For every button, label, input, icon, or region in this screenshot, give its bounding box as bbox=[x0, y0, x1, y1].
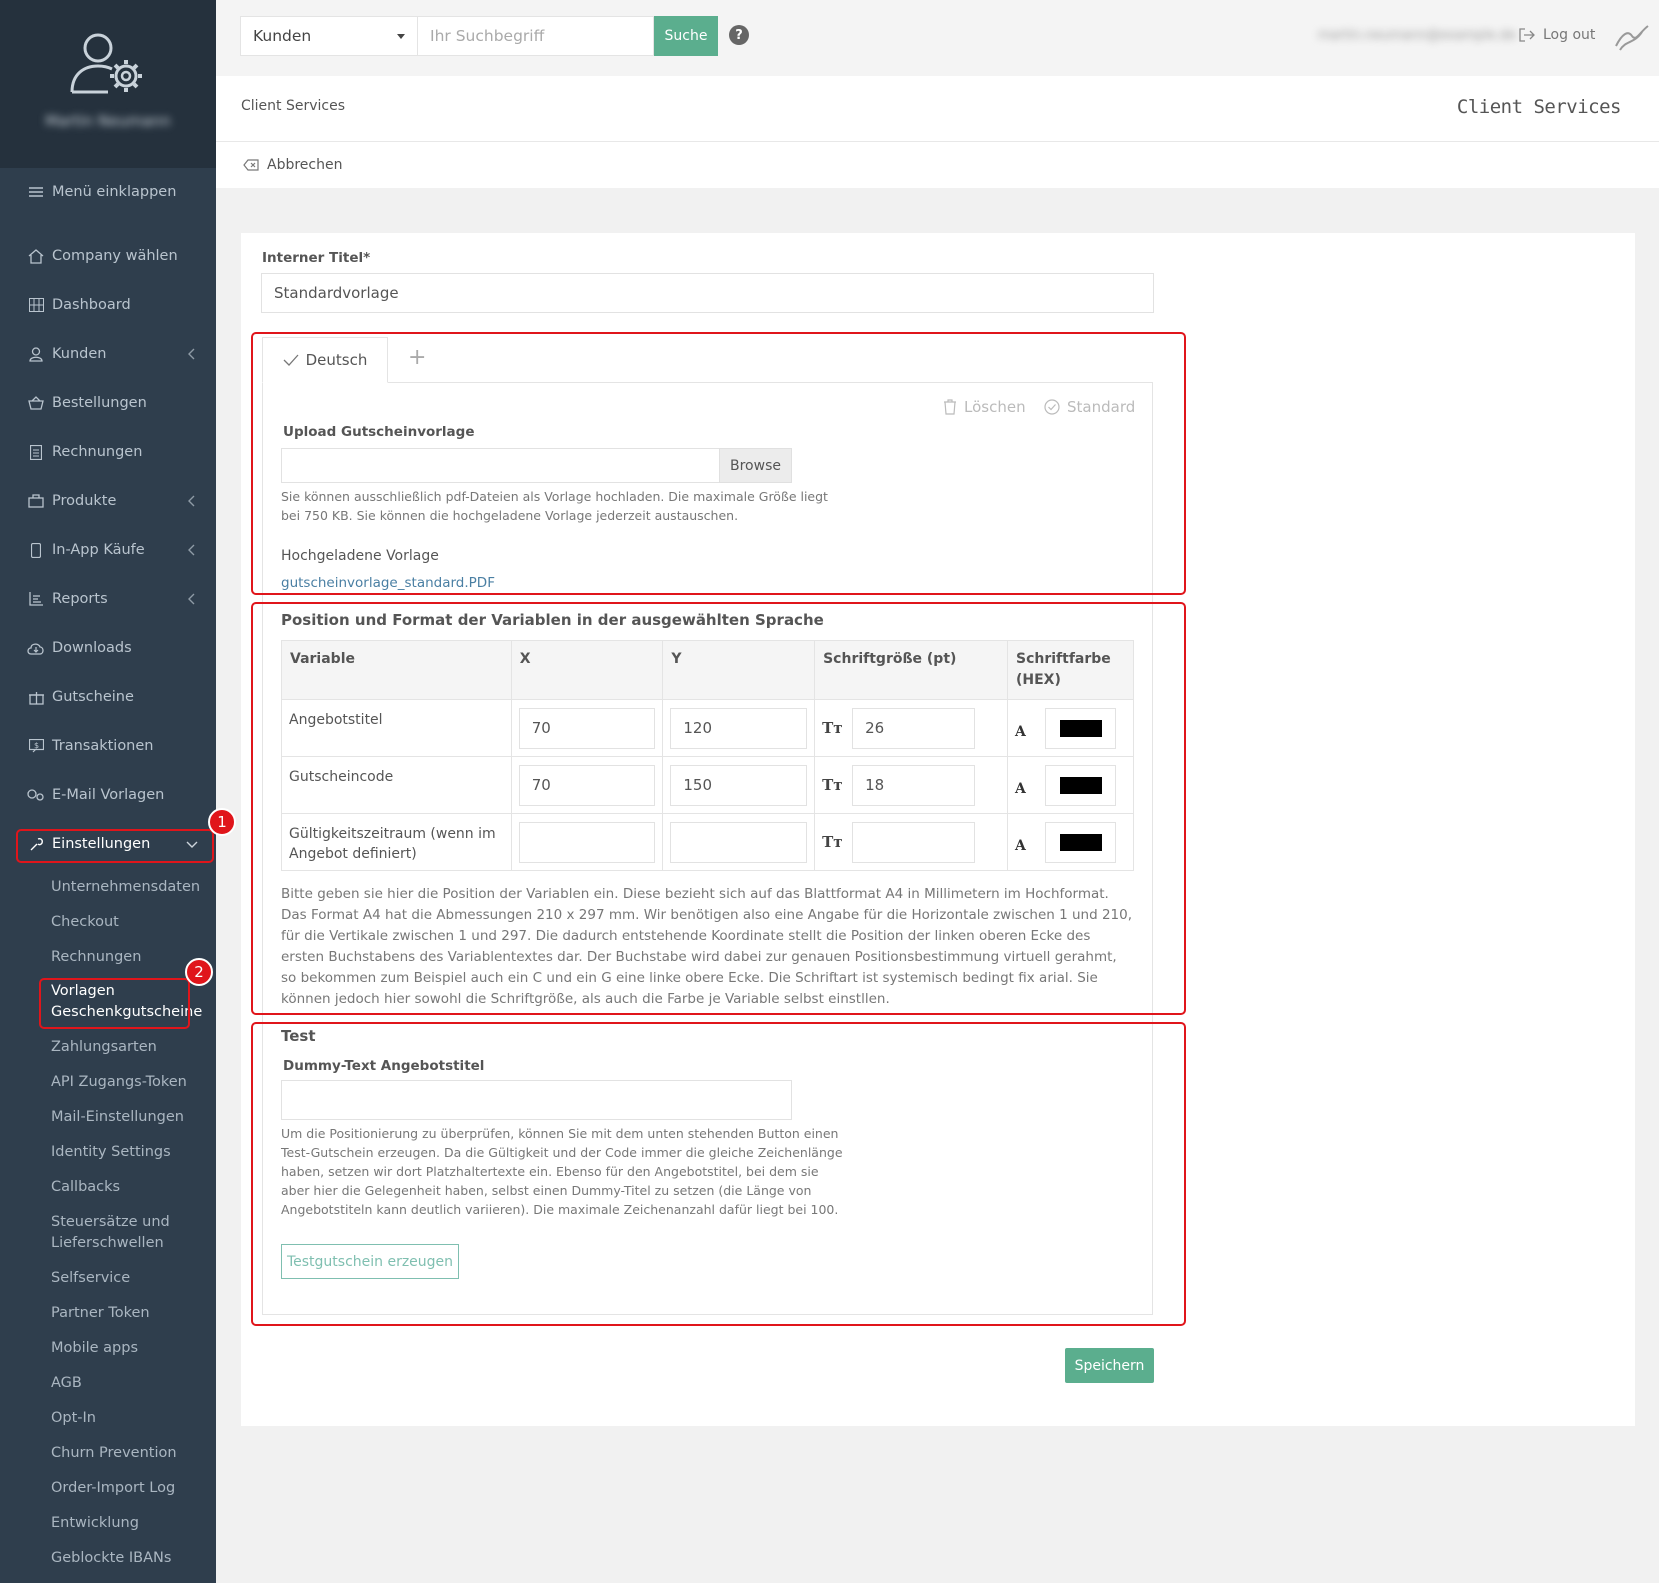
basket-icon bbox=[27, 394, 45, 412]
user-settings-icon[interactable] bbox=[68, 30, 148, 98]
svg-text:$: $ bbox=[34, 741, 39, 750]
cancel-button[interactable]: Abbrechen bbox=[216, 142, 1659, 188]
title-label-text: Interner Titel bbox=[262, 250, 364, 266]
sub-item-geblockte-ibans[interactable]: Geblockte IBANs bbox=[51, 1548, 171, 1569]
sidebar-item-gutscheine[interactable]: Gutscheine bbox=[0, 677, 216, 717]
phone-icon bbox=[27, 541, 45, 559]
transaction-icon: $ bbox=[27, 737, 45, 755]
sub-item-unternehmensdaten[interactable]: Unternehmensdaten bbox=[51, 877, 200, 898]
search-input[interactable] bbox=[418, 16, 654, 56]
sidebar-item-dashboard[interactable]: Dashboard bbox=[0, 285, 216, 325]
sidebar-item-label: E-Mail Vorlagen bbox=[52, 787, 165, 803]
box-icon bbox=[27, 492, 45, 510]
breadcrumb-bar: Client Services Client Services bbox=[216, 76, 1659, 142]
sub-item-selfservice[interactable]: Selfservice bbox=[51, 1268, 130, 1289]
highlight-box-settings bbox=[16, 829, 214, 863]
home-icon bbox=[27, 247, 45, 265]
sidebar-item-label: Company wählen bbox=[52, 248, 178, 264]
sidebar-item-label: Rechnungen bbox=[52, 444, 143, 460]
caret-down-icon bbox=[397, 34, 405, 39]
search-button[interactable]: Suche bbox=[654, 16, 718, 56]
search-category-value: Kunden bbox=[253, 27, 312, 45]
collapse-menu[interactable]: Menü einklappen bbox=[0, 172, 216, 212]
sidebar-item-reports[interactable]: Reports bbox=[0, 579, 216, 619]
mail-template-icon bbox=[27, 786, 45, 804]
user-email: martin.neumann@example.de bbox=[1318, 28, 1516, 43]
sub-item-label-line1: Steuersätze und bbox=[51, 1214, 170, 1230]
sidebar-item-label: Downloads bbox=[52, 640, 132, 656]
top-bar: Kunden Suche ? martin.neumann@example.de… bbox=[216, 0, 1659, 76]
chevron-left-icon bbox=[188, 348, 195, 360]
required-marker: * bbox=[363, 250, 371, 266]
user-profile: Martin Neumann bbox=[0, 0, 216, 168]
sub-item-callbacks[interactable]: Callbacks bbox=[51, 1177, 120, 1198]
menu-icon bbox=[27, 183, 45, 201]
sidebar-item-bestellungen[interactable]: Bestellungen bbox=[0, 383, 216, 423]
logout-link[interactable]: Log out bbox=[1519, 27, 1595, 43]
sub-item-order-import-log[interactable]: Order-Import Log bbox=[51, 1478, 175, 1499]
title-label: Interner Titel* bbox=[262, 250, 370, 266]
sub-item-opt-in[interactable]: Opt-In bbox=[51, 1408, 96, 1429]
backspace-icon bbox=[243, 159, 259, 171]
sidebar-item-downloads[interactable]: Downloads bbox=[0, 628, 216, 668]
sidebar-item-label: Produkte bbox=[52, 493, 117, 509]
highlight-box-vorlagen bbox=[39, 978, 190, 1029]
save-button[interactable]: Speichern bbox=[1065, 1348, 1154, 1383]
sub-item-identity-settings[interactable]: Identity Settings bbox=[51, 1142, 171, 1163]
sub-item-api-token[interactable]: API Zugangs-Token bbox=[51, 1072, 187, 1093]
sidebar-item-label: Kunden bbox=[52, 346, 107, 362]
sub-item-mobile-apps[interactable]: Mobile apps bbox=[51, 1338, 138, 1359]
logout-icon bbox=[1519, 28, 1535, 42]
sub-item-churn-prevention[interactable]: Churn Prevention bbox=[51, 1443, 177, 1464]
sub-item-zahlungsarten[interactable]: Zahlungsarten bbox=[51, 1037, 157, 1058]
sidebar-item-rechnungen[interactable]: Rechnungen bbox=[0, 432, 216, 472]
step-badge-1: 1 bbox=[208, 808, 236, 836]
sidebar-item-company[interactable]: Company wählen bbox=[0, 236, 216, 276]
collapse-menu-label: Menü einklappen bbox=[52, 184, 177, 200]
user-name[interactable]: Martin Neumann bbox=[0, 112, 216, 130]
sidebar-item-label: Gutscheine bbox=[52, 689, 134, 705]
sub-item-entwicklung[interactable]: Entwicklung bbox=[51, 1513, 139, 1534]
sub-item-rechnungen[interactable]: Rechnungen bbox=[51, 947, 141, 968]
sub-item-steuersaetze[interactable]: Steuersätze und Lieferschwellen bbox=[51, 1212, 170, 1254]
sidebar-item-label: Bestellungen bbox=[52, 395, 147, 411]
gift-icon bbox=[27, 688, 45, 706]
help-icon[interactable]: ? bbox=[729, 25, 749, 45]
highlight-box-upload bbox=[251, 332, 1186, 595]
chevron-left-icon bbox=[188, 593, 195, 605]
sub-item-checkout[interactable]: Checkout bbox=[51, 912, 119, 933]
sidebar-item-in-app[interactable]: In-App Käufe bbox=[0, 530, 216, 570]
sidebar-item-label: Reports bbox=[52, 591, 108, 607]
sub-item-partner-token[interactable]: Partner Token bbox=[51, 1303, 150, 1324]
sidebar-item-kunden[interactable]: Kunden bbox=[0, 334, 216, 374]
sidebar-item-produkte[interactable]: Produkte bbox=[0, 481, 216, 521]
breadcrumb[interactable]: Client Services bbox=[241, 98, 345, 114]
search-category-select[interactable]: Kunden bbox=[240, 16, 418, 56]
sidebar-item-transaktionen[interactable]: $ Transaktionen bbox=[0, 726, 216, 766]
grid-icon bbox=[27, 296, 45, 314]
sub-item-mail-einstellungen[interactable]: Mail-Einstellungen bbox=[51, 1107, 184, 1128]
report-icon bbox=[27, 590, 45, 608]
page-title: Client Services bbox=[1456, 96, 1622, 118]
sidebar-item-label: Transaktionen bbox=[52, 738, 154, 754]
chevron-left-icon bbox=[188, 495, 195, 507]
chevron-left-icon bbox=[188, 544, 195, 556]
sidebar-item-label: Dashboard bbox=[52, 297, 131, 313]
sub-item-label-line2: Lieferschwellen bbox=[51, 1235, 164, 1251]
sidebar-item-label: In-App Käufe bbox=[52, 542, 145, 558]
step-badge-2: 2 bbox=[185, 958, 213, 986]
cloud-download-icon bbox=[27, 639, 45, 657]
invoice-icon bbox=[27, 443, 45, 461]
highlight-box-test bbox=[251, 1022, 1186, 1326]
cancel-label: Abbrechen bbox=[267, 157, 343, 173]
brand-logo-icon bbox=[1615, 25, 1649, 51]
user-icon bbox=[27, 345, 45, 363]
logout-label: Log out bbox=[1543, 27, 1596, 43]
sub-item-agb[interactable]: AGB bbox=[51, 1373, 82, 1394]
sidebar: Martin Neumann Menü einklappen Company w… bbox=[0, 0, 236, 1583]
sidebar-item-email-templates[interactable]: E-Mail Vorlagen bbox=[0, 775, 216, 815]
highlight-box-variables bbox=[251, 602, 1186, 1015]
title-input[interactable]: Standardvorlage bbox=[261, 273, 1154, 313]
